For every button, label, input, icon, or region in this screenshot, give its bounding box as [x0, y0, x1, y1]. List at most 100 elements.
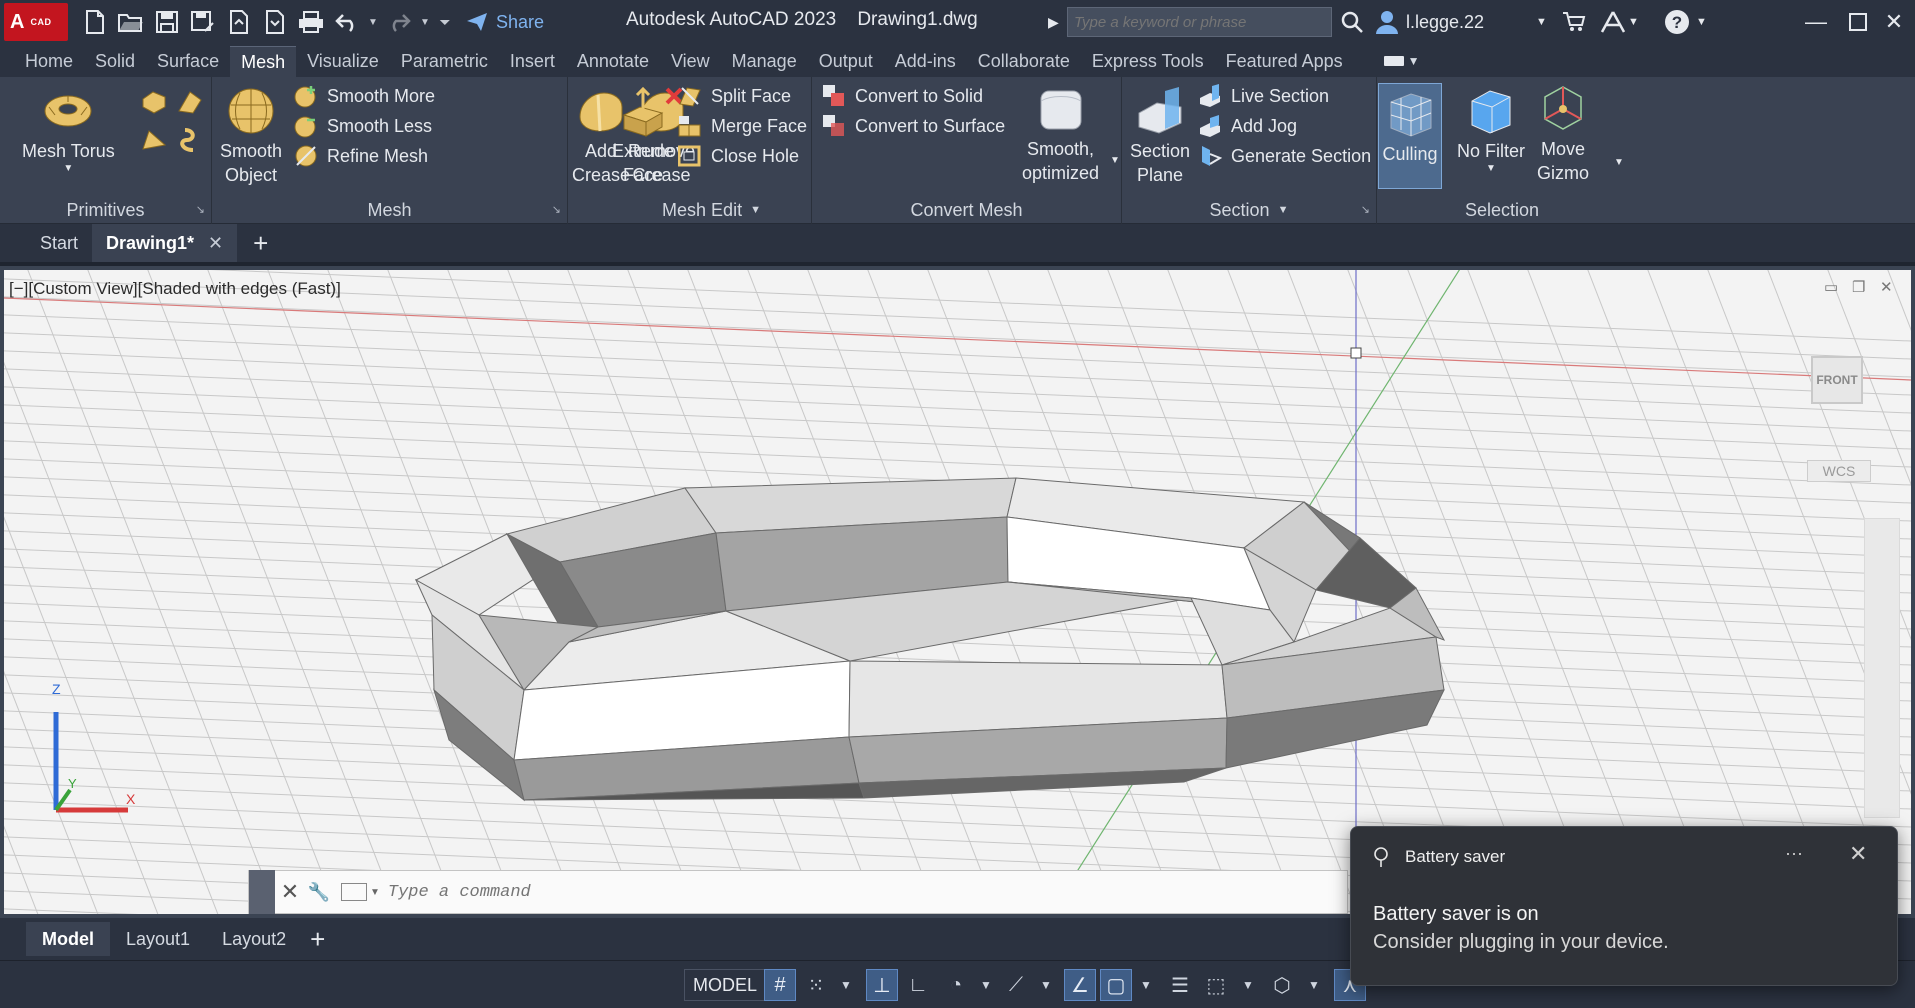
new-file-icon[interactable]	[78, 5, 112, 39]
tab-start[interactable]: Start	[26, 224, 92, 262]
live-section-button[interactable]: Live Section	[1198, 79, 1329, 113]
viewport-minimize-icon[interactable]: ▭	[1824, 278, 1838, 296]
plot-icon[interactable]	[294, 5, 328, 39]
isodraft-icon[interactable]: ⟋	[1000, 969, 1032, 1001]
command-line-grip[interactable]	[249, 870, 275, 914]
save-icon[interactable]	[150, 5, 184, 39]
tab-add-ins[interactable]: Add-ins	[884, 46, 967, 77]
open-file-icon[interactable]	[114, 5, 148, 39]
mesh-pyramid-icon[interactable]	[140, 127, 168, 153]
tab-output[interactable]: Output	[808, 46, 884, 77]
split-face-button[interactable]: Split Face	[678, 79, 791, 113]
autodesk-app-store-icon[interactable]	[1562, 0, 1586, 44]
selection-cycling-dropdown-icon[interactable]: ▼	[1298, 969, 1330, 1001]
smooth-less-button[interactable]: Smooth Less	[294, 109, 432, 143]
snap-dropdown-icon[interactable]: ▼	[830, 969, 862, 1001]
primitives-dialog-launcher-icon[interactable]: ↘	[196, 203, 205, 216]
section-plane-button[interactable]: Section Plane	[1130, 85, 1190, 187]
extrude-face-button[interactable]: Extrude Face	[612, 85, 674, 187]
panel-title-mesh-edit[interactable]: Mesh Edit ▼	[612, 196, 811, 224]
isodraft-dropdown-icon[interactable]: ▼	[1030, 969, 1062, 1001]
undo-icon[interactable]	[330, 5, 364, 39]
smooth-more-button[interactable]: Smooth More	[294, 79, 435, 113]
tab-drawing1[interactable]: Drawing1* ✕	[92, 224, 238, 262]
account-dropdown-icon[interactable]: ▼	[1628, 0, 1639, 44]
tab-visualize[interactable]: Visualize	[296, 46, 390, 77]
mesh-wedge-icon[interactable]	[176, 89, 204, 115]
user-dropdown-icon[interactable]: ▼	[1536, 0, 1547, 44]
grip-marker[interactable]	[1350, 347, 1362, 359]
recent-commands-icon[interactable]	[341, 883, 367, 901]
close-hole-button[interactable]: Close Hole	[678, 139, 799, 173]
polar-tracking-icon[interactable]: ◔	[940, 969, 972, 1001]
tab-annotate[interactable]: Annotate	[566, 46, 660, 77]
model-space-canvas[interactable]: Z Y X	[4, 270, 1911, 914]
search-input[interactable]	[1067, 7, 1332, 37]
snap-mode-icon[interactable]: ⁙	[800, 969, 832, 1001]
tab-manage[interactable]: Manage	[721, 46, 808, 77]
section-dialog-launcher-icon[interactable]: ↘	[1361, 203, 1370, 216]
tab-featured-apps[interactable]: Featured Apps	[1215, 46, 1354, 77]
tab-insert[interactable]: Insert	[499, 46, 566, 77]
tab-view[interactable]: View	[660, 46, 721, 77]
tab-layout1[interactable]: Layout1	[110, 922, 206, 956]
command-input[interactable]	[387, 882, 1148, 902]
tab-collaborate[interactable]: Collaborate	[967, 46, 1081, 77]
no-filter-button[interactable]: No Filter ▼	[1457, 85, 1525, 175]
show-lineweight-icon[interactable]: ☰	[1164, 969, 1196, 1001]
navigation-bar[interactable]	[1864, 518, 1900, 818]
viewport-restore-icon[interactable]: ❐	[1852, 278, 1865, 296]
ortho-mode-icon[interactable]: ∟	[902, 969, 934, 1001]
convert-to-surface-button[interactable]: Convert to Surface	[822, 109, 1005, 143]
infer-constraints-icon[interactable]: ⊥	[866, 969, 898, 1001]
drawing-viewport[interactable]: Z Y X [−][Custom View][Shaded with edges…	[4, 270, 1911, 914]
redo-dropdown-icon[interactable]: ▼	[418, 17, 432, 28]
open-from-web-icon[interactable]	[222, 5, 256, 39]
culling-button[interactable]: Culling	[1378, 83, 1442, 189]
convert-to-solid-button[interactable]: Convert to Solid	[822, 79, 983, 113]
tab-home[interactable]: Home	[14, 46, 84, 77]
mesh-torus-object[interactable]	[414, 477, 1446, 802]
help-icon[interactable]: ?	[1664, 0, 1690, 44]
new-layout-icon[interactable]: +	[310, 924, 325, 955]
application-menu-button[interactable]: A CAD	[4, 3, 68, 41]
close-drawing-tab-icon[interactable]: ✕	[208, 233, 223, 254]
mesh-torus-button[interactable]: Mesh Torus ▼	[22, 85, 115, 175]
recent-commands-dropdown-icon[interactable]: ▼	[370, 887, 380, 898]
polar-dropdown-icon[interactable]: ▼	[970, 969, 1002, 1001]
tab-solid[interactable]: Solid	[84, 46, 146, 77]
new-drawing-tab-icon[interactable]: +	[253, 228, 268, 259]
undo-dropdown-icon[interactable]: ▼	[366, 17, 380, 28]
tab-layout2[interactable]: Layout2	[206, 922, 302, 956]
model-space-button[interactable]: MODEL	[684, 969, 767, 1001]
smooth-optimized-dropdown-icon[interactable]: ▼	[1110, 155, 1120, 166]
smooth-object-button[interactable]: Smooth Object	[220, 85, 282, 187]
move-gizmo-button[interactable]: Move Gizmo	[1537, 83, 1589, 185]
notification-close-icon[interactable]: ✕	[1849, 841, 1867, 867]
generate-section-button[interactable]: Generate Section	[1198, 139, 1371, 173]
redo-icon[interactable]	[382, 5, 416, 39]
share-button[interactable]: Share	[466, 12, 544, 33]
search-icon[interactable]	[1340, 0, 1364, 44]
tab-mesh[interactable]: Mesh	[230, 46, 297, 77]
mesh-dialog-launcher-icon[interactable]: ↘	[552, 203, 561, 216]
tab-express-tools[interactable]: Express Tools	[1081, 46, 1215, 77]
transparency-dropdown-icon[interactable]: ▼	[1232, 969, 1264, 1001]
viewcube[interactable]: FRONT	[1811, 356, 1863, 404]
tab-model[interactable]: Model	[26, 922, 110, 956]
help-dropdown-icon[interactable]: ▼	[1696, 0, 1707, 44]
add-jog-button[interactable]: Add Jog	[1198, 109, 1297, 143]
command-close-icon[interactable]: ✕	[275, 879, 305, 905]
tab-surface[interactable]: Surface	[146, 46, 230, 77]
save-to-web-icon[interactable]	[258, 5, 292, 39]
merge-face-button[interactable]: Merge Face	[678, 109, 807, 143]
selection-cycling-icon[interactable]: ⬡	[1266, 969, 1298, 1001]
mesh-box-icon[interactable]	[140, 89, 168, 115]
close-icon[interactable]: ✕	[1866, 0, 1915, 44]
viewport-close-icon[interactable]: ✕	[1880, 278, 1893, 296]
object-snap-tracking-icon[interactable]: ∠	[1064, 969, 1096, 1001]
save-as-icon[interactable]	[186, 5, 220, 39]
grid-toggle-icon[interactable]: #	[764, 969, 796, 1001]
mesh-revolve-icon[interactable]	[176, 127, 204, 153]
battery-saver-notification[interactable]: Battery saver ··· ✕ Battery saver is on …	[1350, 826, 1898, 986]
